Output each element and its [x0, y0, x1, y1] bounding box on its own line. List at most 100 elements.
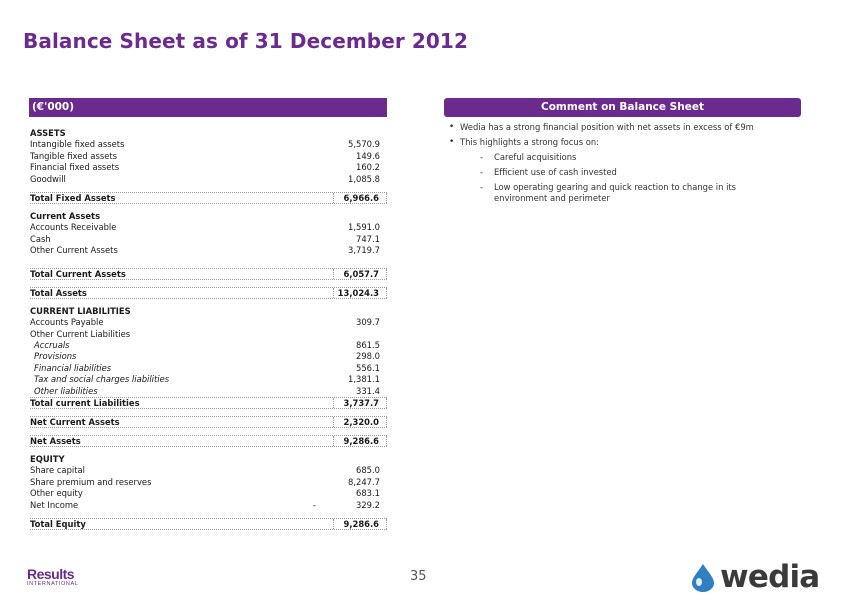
bullet-icon: • [449, 122, 455, 132]
table-row: Share capital 685.0 [30, 465, 387, 476]
sub-bullet: - Careful acquisitions [480, 152, 799, 163]
row-label: Tangible fixed assets [30, 150, 118, 161]
comment-list: • Wedia has a strong financial position w… [449, 122, 799, 208]
sub-bullet-text: Careful acquisitions [494, 152, 577, 162]
total-row: Net Current Assets 2,320.0 [30, 416, 387, 429]
row-label: Financial fixed assets [30, 162, 120, 173]
row-label: CURRENT LIABILITIES [30, 305, 131, 316]
wedia-logo-word: wedia [720, 559, 820, 595]
row-label: Net Income [30, 499, 79, 510]
row-label: Share capital [30, 465, 85, 476]
results-logo-sub: INTERNATIONAL [27, 581, 79, 587]
row-value: 9,286.6 [333, 436, 387, 447]
table-row: Net Income - 329.2 [30, 500, 387, 511]
negative-sign: - [313, 499, 317, 510]
row-label: Cash [30, 233, 51, 244]
row-label: Accruals [34, 340, 70, 351]
row-value: 1,381.1 [348, 374, 380, 385]
dash-icon: - [480, 167, 484, 177]
row-label: Accounts Receivable [30, 222, 117, 233]
total-row: Total Current Assets 6,057.7 [30, 267, 387, 280]
row-label: Total Fixed Assets [30, 192, 116, 203]
row-value: 13,024.3 [333, 287, 387, 298]
row-value [333, 128, 387, 139]
row-label: Total Equity [30, 518, 86, 529]
row-label: Current Assets [30, 210, 101, 221]
row-label: Tax and social charges liabilities [34, 374, 170, 385]
table-row: Goodwill 1,085.8 [30, 174, 387, 185]
row-value [333, 211, 387, 222]
row-label: Accounts Payable [30, 317, 104, 328]
section-heading: ASSETS [30, 128, 387, 139]
results-international-logo: Results INTERNATIONAL [27, 567, 87, 589]
row-value: 6,966.6 [333, 192, 387, 203]
row-label: ASSETS [30, 128, 66, 138]
table-row: Other liabilities 331.4 [30, 386, 387, 397]
table-row: Financial liabilities 556.1 [30, 363, 387, 374]
row-value [333, 454, 387, 465]
row-label: Other liabilities [34, 385, 98, 396]
total-row: Total current Liabilities 3,737.7 [30, 397, 387, 410]
row-value [333, 329, 387, 340]
comment-header: Comment on Balance Sheet [444, 98, 801, 117]
comment-bullet: • Wedia has a strong financial position w… [449, 122, 799, 133]
row-label: Other Current Liabilities [30, 328, 131, 339]
results-logo-word: Results [27, 566, 75, 582]
row-label: Total current Liabilities [30, 398, 140, 409]
row-label: Total Current Assets [30, 268, 126, 279]
table-row: Provisions 298.0 [30, 351, 387, 362]
page-number: 35 [410, 569, 427, 584]
comment-bullet: • This highlights a strong focus on: - Care… [449, 137, 799, 204]
total-row: Total Assets 13,024.3 [30, 286, 387, 299]
row-value: 331.4 [356, 385, 380, 396]
table-row: Intangible fixed assets 5,570.9 [30, 139, 387, 150]
sub-bullet: - Efficient use of cash invested [480, 167, 799, 178]
row-value: 2,320.0 [333, 417, 387, 428]
row-label: EQUITY [30, 454, 65, 465]
row-label: Other equity [30, 488, 83, 499]
row-value: 149.6 [356, 150, 380, 161]
table-row: Accruals 861.5 [30, 340, 387, 351]
table-row: Share premium and reserves 8,247.7 [30, 477, 387, 488]
row-label: Total Assets [30, 287, 87, 298]
section-heading: CURRENT LIABILITIES [30, 306, 387, 317]
table-row: Other Current Liabilities [30, 329, 387, 340]
row-value: 8,247.7 [348, 476, 380, 487]
row-label: Net Current Assets [30, 417, 120, 428]
row-value: 5,570.9 [348, 139, 380, 150]
section-heading: Current Assets [30, 211, 387, 222]
row-value: 6,057.7 [333, 268, 387, 279]
row-value: 329.2 [356, 499, 380, 510]
row-value: 685.0 [356, 465, 380, 476]
table-row: Accounts Receivable 1,591.0 [30, 222, 387, 233]
total-row: Total Fixed Assets 6,966.6 [30, 191, 387, 204]
row-label: Intangible fixed assets [30, 139, 125, 150]
row-value: 3,737.7 [333, 398, 387, 409]
row-value: 298.0 [356, 351, 380, 362]
drop-icon [692, 564, 714, 592]
table-row: Financial fixed assets 160.2 [30, 162, 387, 173]
bullet-text: This highlights a strong focus on: [460, 137, 599, 147]
table-row: Other Current Assets 3,719.7 [30, 245, 387, 256]
balance-sheet-header: (€'000) [29, 98, 387, 117]
row-label: Goodwill [30, 173, 66, 184]
balance-sheet-table: ASSETS Intangible fixed assets 5,570.9 Tang… [30, 128, 387, 530]
table-row: Tangible fixed assets 149.6 [30, 151, 387, 162]
row-value: 160.2 [356, 162, 380, 173]
row-value: 1,085.8 [348, 173, 380, 184]
row-label: Other Current Assets [30, 245, 118, 256]
sub-bullet: - Low operating gearing and quick reactio… [480, 182, 799, 204]
wedia-logo: wedia [688, 560, 833, 594]
table-row: Other equity 683.1 [30, 488, 387, 499]
dash-icon: - [480, 152, 484, 162]
row-label: Share premium and reserves [30, 476, 152, 487]
row-value: 556.1 [356, 362, 380, 373]
